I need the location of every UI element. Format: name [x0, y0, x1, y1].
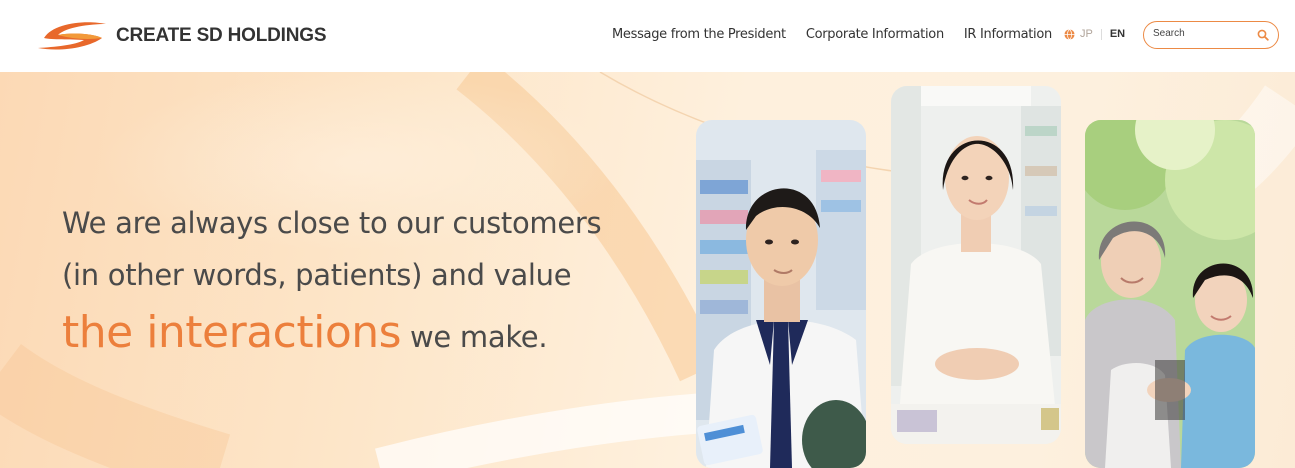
- hero-photo-pharmacist-woman: [891, 86, 1061, 444]
- language-switcher: JP EN: [1064, 28, 1125, 40]
- search-icon[interactable]: [1257, 29, 1269, 41]
- nav-message-from-president[interactable]: Message from the President: [612, 27, 786, 42]
- headline-line-3: the interactions we make.: [62, 307, 662, 363]
- headline-line-2: (in other words, patients) and value: [62, 258, 572, 292]
- hero-photo-caregiver-elderly: [1085, 120, 1255, 468]
- hero-section: We are always close to our customers (in…: [0, 72, 1295, 468]
- globe-icon: [1064, 28, 1075, 40]
- company-logo-icon: [38, 22, 106, 50]
- headline-tail: we make.: [410, 320, 548, 354]
- hero-headline: We are always close to our customers (in…: [62, 197, 662, 363]
- logo-link[interactable]: CREATE SD HOLDINGS: [36, 16, 327, 56]
- search-box: [1143, 21, 1279, 49]
- site-header: CREATE SD HOLDINGS Message from the Pres…: [0, 0, 1295, 72]
- headline-line-1: We are always close to our customers: [62, 206, 602, 240]
- search-input[interactable]: [1153, 28, 1253, 39]
- lang-en-link[interactable]: EN: [1110, 28, 1125, 40]
- hero-photo-pharmacist-man: [696, 120, 866, 468]
- nav-ir-information[interactable]: IR Information: [964, 27, 1052, 42]
- headline-emphasis: the interactions: [62, 307, 402, 358]
- lang-divider: [1100, 28, 1102, 40]
- nav-corporate-information[interactable]: Corporate Information: [806, 27, 944, 42]
- logo-text: CREATE SD HOLDINGS: [116, 25, 327, 46]
- main-nav: Message from the President Corporate Inf…: [612, 27, 1072, 42]
- lang-jp-link[interactable]: JP: [1080, 28, 1093, 40]
